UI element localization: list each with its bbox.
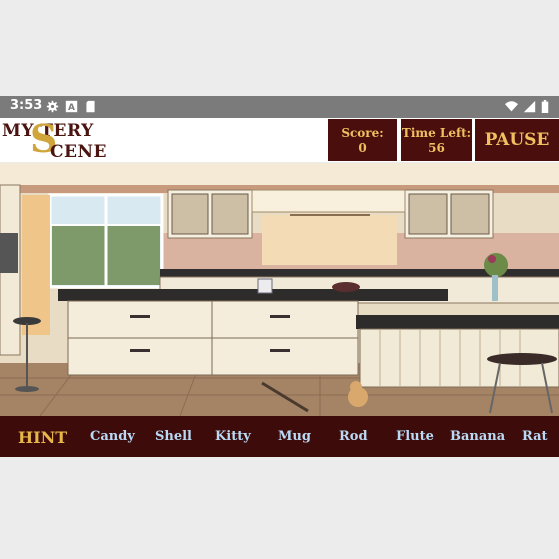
time-left-value: 56 xyxy=(428,141,445,155)
item-candy: Candy xyxy=(90,429,135,444)
item-mug: Mug xyxy=(278,429,311,444)
item-banana: Banana xyxy=(450,429,506,444)
battery-icon xyxy=(541,100,549,113)
settings-icon xyxy=(46,100,59,113)
time-left-label: Time Left: xyxy=(401,126,472,140)
item-rat: Rat xyxy=(522,429,548,444)
item-list-bar: HINT Candy Shell Kitty Mug Rod Flute Ban… xyxy=(0,416,559,457)
sd-card-icon xyxy=(86,100,95,113)
logo-line-2: CENE xyxy=(50,142,107,162)
status-bar: 3:53 A xyxy=(0,96,559,118)
mystery-scene-logo: MY TERY S CENE xyxy=(2,116,122,162)
wifi-icon xyxy=(505,101,518,112)
kitchen-scene[interactable] xyxy=(0,163,559,416)
score-panel: Score: 0 xyxy=(328,119,397,161)
item-rod: Rod xyxy=(339,429,368,444)
score-label: Score: xyxy=(341,126,384,140)
pause-button[interactable]: PAUSE xyxy=(475,119,559,161)
signal-icon xyxy=(523,100,536,113)
a-icon: A xyxy=(65,100,78,113)
status-time: 3:53 xyxy=(10,98,43,113)
item-flute: Flute xyxy=(396,429,434,444)
hint-button[interactable]: HINT xyxy=(18,428,67,447)
score-value: 0 xyxy=(358,141,367,155)
svg-text:A: A xyxy=(68,103,75,113)
time-left-panel: Time Left: 56 xyxy=(401,119,472,161)
kitchen-illustration xyxy=(0,163,559,416)
item-kitty: Kitty xyxy=(215,429,251,444)
item-shell: Shell xyxy=(155,429,192,444)
